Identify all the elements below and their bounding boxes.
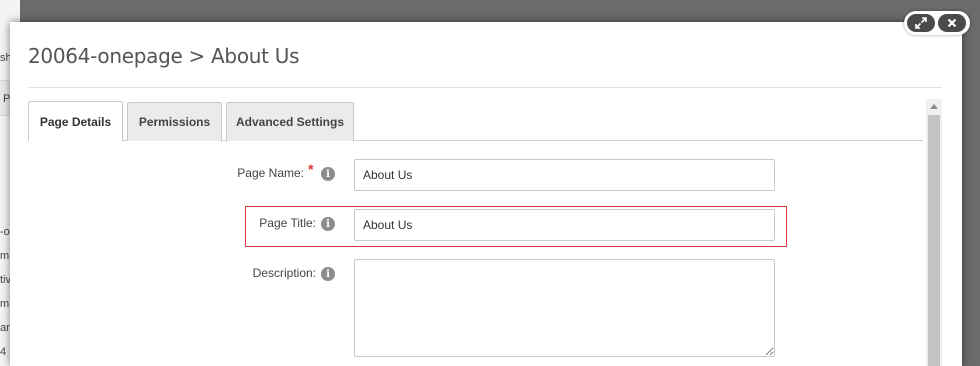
tab-page-details[interactable]: Page Details [28, 101, 123, 141]
page-name-label: Page Name: [237, 166, 304, 180]
background-text: 4 [0, 346, 7, 358]
vertical-scrollbar[interactable] [926, 99, 942, 366]
tab-bar: Page Details Permissions Advanced Settin… [28, 100, 923, 141]
scroll-up-arrow-icon[interactable] [926, 99, 942, 114]
background-text: ar [0, 322, 10, 334]
page-title-label: Page Title: [259, 216, 316, 230]
info-icon[interactable]: i [321, 167, 335, 181]
scroll-thumb[interactable] [928, 115, 940, 366]
background-text: -o [0, 226, 10, 238]
info-icon[interactable]: i [321, 267, 335, 281]
title-divider [28, 87, 942, 88]
page-title-input[interactable] [354, 209, 775, 241]
window-controls [904, 11, 970, 35]
required-indicator: * [308, 161, 314, 177]
expand-icon[interactable] [907, 14, 935, 32]
description-label: Description: [252, 266, 316, 280]
page-name-input[interactable] [354, 159, 775, 191]
description-textarea[interactable] [354, 259, 775, 357]
dialog-title: 20064-onepage > About Us [28, 44, 300, 68]
page-properties-dialog: 20064-onepage > About Us Page Details Pe… [10, 22, 962, 366]
background-text: m [0, 298, 10, 310]
tab-permissions[interactable]: Permissions [127, 102, 222, 141]
background-text: m [0, 250, 10, 262]
info-icon[interactable]: i [321, 217, 335, 231]
close-icon[interactable] [938, 14, 966, 32]
tab-advanced-settings[interactable]: Advanced Settings [226, 102, 354, 141]
